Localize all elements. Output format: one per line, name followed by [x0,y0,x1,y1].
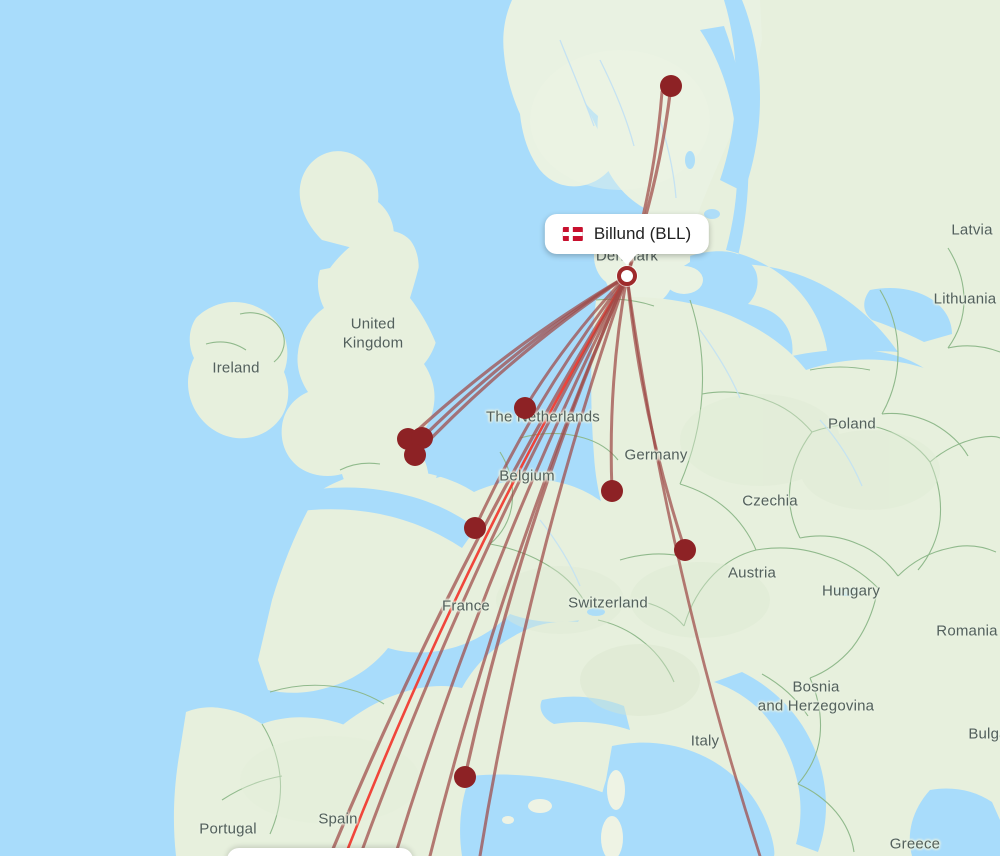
destination-marker-munich[interactable] [674,539,696,561]
airport-tooltip[interactable]: Billund (BLL) [544,214,710,265]
destination-marker-frankfurt[interactable] [601,480,623,502]
flight-route-map[interactable]: Ireland United Kingdom The Netherlands Belg… [0,0,1000,856]
destination-marker-amsterdam[interactable] [514,397,536,419]
destination-marker-london-c[interactable] [404,444,426,466]
origin-airport-marker[interactable] [617,266,637,286]
coast-ireland [188,302,289,439]
tooltip-label: Billund (BLL) [593,224,692,243]
island-mallorca [528,799,552,813]
destination-marker-paris[interactable] [464,517,486,539]
destination-marker-barcelona[interactable] [454,766,476,788]
destination-marker-oslo[interactable] [660,75,682,97]
denmark-flag-icon [562,227,583,241]
map-basemap [0,0,1000,856]
island-ibiza [502,816,514,824]
secondary-tooltip-partial[interactable] [227,848,413,856]
island-corsica [607,770,625,810]
island-funen [641,279,663,297]
island-zealand [665,266,703,294]
